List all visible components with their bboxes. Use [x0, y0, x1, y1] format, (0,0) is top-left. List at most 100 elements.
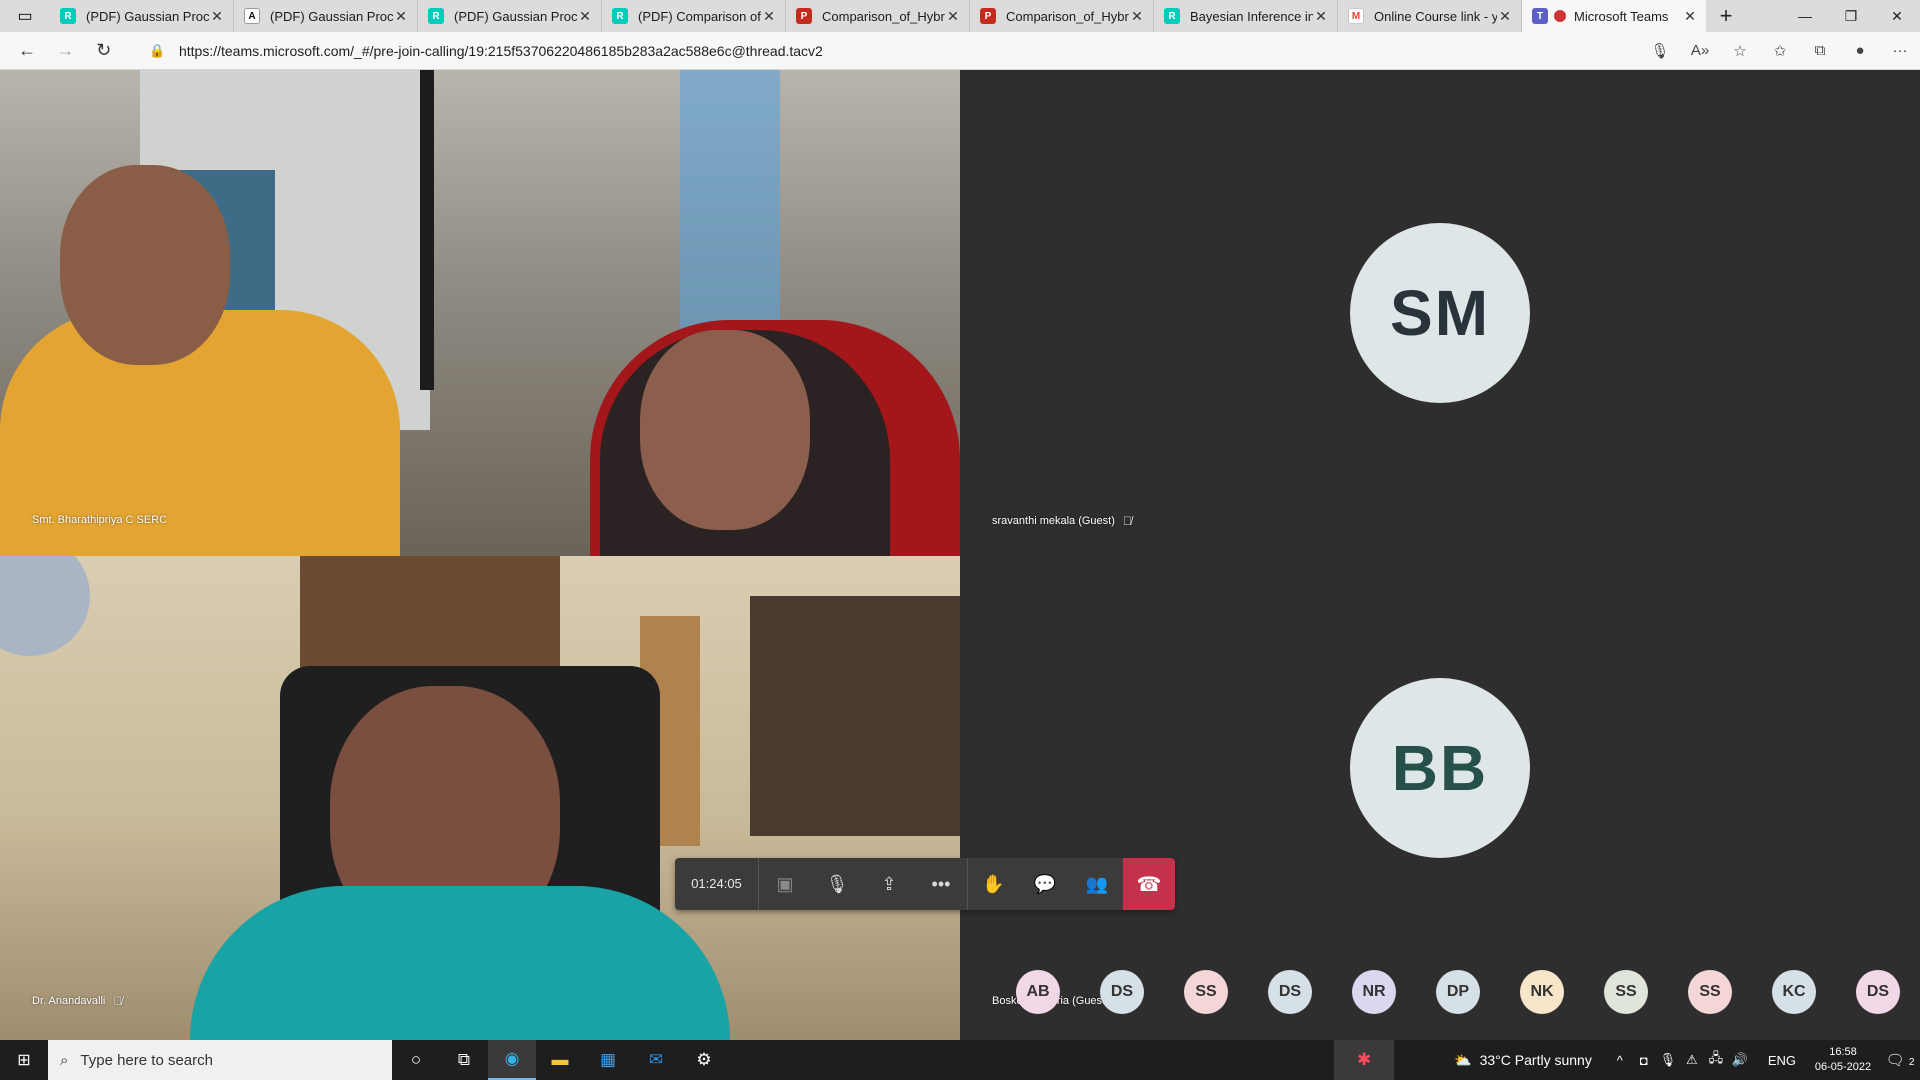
share-screen-button[interactable]: ⇪ [863, 858, 915, 910]
meeting-stage: Smt. Bharathipriya C SERC SM sravanthi m… [0, 70, 1920, 1040]
restore-icon[interactable]: ❐ [1828, 0, 1874, 32]
participant-avatar[interactable]: NK [1520, 970, 1564, 1014]
edge-icon[interactable]: ◉ [488, 1040, 536, 1080]
raise-hand-button[interactable]: ✋ [967, 858, 1019, 910]
participant-avatar[interactable]: SS [1604, 970, 1648, 1014]
microphone-icon[interactable]: 🎙 [1640, 42, 1680, 60]
camera-off-icon: ▣ [776, 873, 794, 894]
browser-tab[interactable]: M Online Course link - yo ✕ [1338, 0, 1522, 32]
chat-icon: 💬 [1033, 873, 1057, 894]
participant-avatar: SM [1350, 223, 1530, 403]
windows-taskbar: ⊞ ⌕ Type here to search ○ ⧉ ◉ ▬ ▦ ✉ ⚙ ✱ … [0, 1040, 1920, 1080]
participant-avatar[interactable]: NR [1352, 970, 1396, 1014]
app-tray-icon[interactable]: ✱ [1334, 1040, 1395, 1080]
close-icon[interactable]: ✕ [1129, 8, 1145, 25]
forward-icon[interactable]: → [46, 40, 84, 61]
more-icon: ••• [931, 873, 951, 894]
video-tile[interactable]: Dr. Anandavalli 🎙̸ [0, 556, 960, 1040]
participant-avatar[interactable]: DS [1268, 970, 1312, 1014]
hang-up-button[interactable]: ☎ [1123, 858, 1175, 910]
browser-tab[interactable]: R (PDF) Comparison of h ✕ [602, 0, 786, 32]
close-icon[interactable]: ✕ [1313, 8, 1329, 25]
close-icon[interactable]: ✕ [761, 8, 777, 25]
notification-count: 2 [1908, 1057, 1915, 1068]
read-aloud-icon[interactable]: A» [1680, 42, 1720, 59]
window-frame [420, 70, 434, 390]
mail-icon[interactable]: ✉ [632, 1040, 680, 1080]
close-icon[interactable]: ✕ [1497, 8, 1513, 25]
clock-date: 06-05-2022 [1814, 1061, 1872, 1073]
refresh-icon[interactable]: ↻ [85, 40, 123, 61]
participant-avatar[interactable]: SS [1688, 970, 1732, 1014]
new-tab-button[interactable]: + [1706, 0, 1746, 32]
chat-button[interactable]: 💬 [1019, 858, 1071, 910]
camera-icon[interactable]: ◘ [1634, 1053, 1654, 1068]
tab-actions-icon[interactable]: ▭ [0, 0, 50, 32]
file-explorer-icon[interactable]: ▬ [536, 1040, 584, 1080]
volume-icon[interactable]: 🔊 [1730, 1052, 1750, 1068]
more-icon[interactable]: ··· [1880, 42, 1920, 59]
participant-name-text: sravanthi mekala (Guest) [992, 515, 1115, 527]
address-bar-actions: 🎙 A» ☆ ✩ ⧉ ● ··· [1640, 42, 1920, 60]
minimize-icon[interactable]: — [1782, 0, 1828, 32]
browser-tab[interactable]: A (PDF) Gaussian Proces ✕ [234, 0, 418, 32]
participants-button[interactable]: 👥 [1071, 858, 1123, 910]
chevron-up-icon[interactable]: ^ [1610, 1053, 1630, 1068]
participant-avatar[interactable]: KC [1772, 970, 1816, 1014]
system-tray: ✱ ⛅ 33°C Partly sunny ^ ◘ 🎙 ⚠ 🖧 🔊 ENG 16… [1334, 1040, 1920, 1080]
profile-icon[interactable]: ● [1840, 42, 1880, 59]
taskbar-search[interactable]: ⌕ Type here to search [48, 1040, 392, 1080]
participant-name: Dr. Anandavalli 🎙̸ [32, 994, 122, 1008]
add-favorite-icon[interactable]: ☆ [1720, 42, 1760, 60]
participant-avatar[interactable]: SS [1184, 970, 1228, 1014]
recording-icon [1554, 10, 1566, 22]
task-view-icon[interactable]: ⧉ [440, 1040, 488, 1080]
store-icon[interactable]: ▦ [584, 1040, 632, 1080]
camera-off-button[interactable]: ▣ [759, 858, 811, 910]
start-button[interactable]: ⊞ [0, 1040, 48, 1080]
participant-avatar[interactable]: AB [1016, 970, 1060, 1014]
browser-tab[interactable]: P Comparison_of_Hybric ✕ [786, 0, 970, 32]
more-actions-button[interactable]: ••• [915, 858, 967, 910]
browser-tab[interactable]: R (PDF) Gaussian Proces ✕ [50, 0, 234, 32]
participant-avatar[interactable]: DS [1856, 970, 1900, 1014]
close-icon[interactable]: ✕ [393, 8, 409, 25]
back-icon[interactable]: ← [8, 40, 46, 61]
tab-title: Bayesian Inference in [1190, 8, 1313, 24]
weather-widget[interactable]: ⛅ 33°C Partly sunny [1454, 1052, 1592, 1069]
collections-icon[interactable]: ⧉ [1800, 42, 1840, 59]
video-tile[interactable]: Smt. Bharathipriya C SERC [0, 70, 960, 556]
language-indicator[interactable]: ENG [1768, 1053, 1796, 1068]
clock[interactable]: 16:58 06-05-2022 [1806, 1045, 1880, 1075]
alert-icon[interactable]: ⚠ [1682, 1052, 1702, 1068]
participant-name: Smt. Bharathipriya C SERC [32, 514, 167, 526]
people-icon: 👥 [1085, 873, 1109, 894]
partly-sunny-icon: ⛅ [1454, 1051, 1472, 1068]
close-icon[interactable]: ✕ [577, 8, 593, 25]
microphone-icon[interactable]: 🎙 [1658, 1052, 1678, 1068]
close-window-icon[interactable]: ✕ [1874, 0, 1920, 32]
url-input[interactable]: 🔒 https://teams.microsoft.com/_#/pre-joi… [149, 36, 1640, 66]
avatar-tile[interactable]: BB Boskey Bahoria (Guest) 🎙̸ [960, 556, 1920, 1040]
settings-icon[interactable]: ⚙ [680, 1040, 728, 1080]
participant-avatar[interactable]: DP [1436, 970, 1480, 1014]
favorites-icon[interactable]: ✩ [1760, 42, 1800, 60]
close-icon[interactable]: ✕ [1682, 8, 1698, 25]
avatar-tile[interactable]: SM sravanthi mekala (Guest) 🎙̸ [960, 70, 1920, 556]
mic-off-button[interactable]: 🎙 [811, 858, 863, 910]
close-icon[interactable]: ✕ [945, 8, 961, 25]
cortana-icon[interactable]: ○ [392, 1040, 440, 1080]
person-left-head [60, 165, 230, 365]
participant-avatar[interactable]: DS [1100, 970, 1144, 1014]
notification-button[interactable]: 🗨 2 [1880, 1051, 1920, 1069]
browser-tab[interactable]: P Comparison_of_Hybric ✕ [970, 0, 1154, 32]
browser-tab[interactable]: R Bayesian Inference in ✕ [1154, 0, 1338, 32]
browser-tab[interactable]: R (PDF) Gaussian Proces ✕ [418, 0, 602, 32]
logo-emblem [0, 556, 90, 656]
network-icon[interactable]: 🖧 [1706, 1049, 1726, 1071]
browser-tab-active[interactable]: T Microsoft Teams ✕ [1522, 0, 1706, 32]
close-icon[interactable]: ✕ [209, 8, 225, 25]
tab-title: Comparison_of_Hybric [822, 8, 945, 24]
bookshelf [300, 556, 560, 676]
snip-icon: ✱ [1357, 1050, 1372, 1069]
